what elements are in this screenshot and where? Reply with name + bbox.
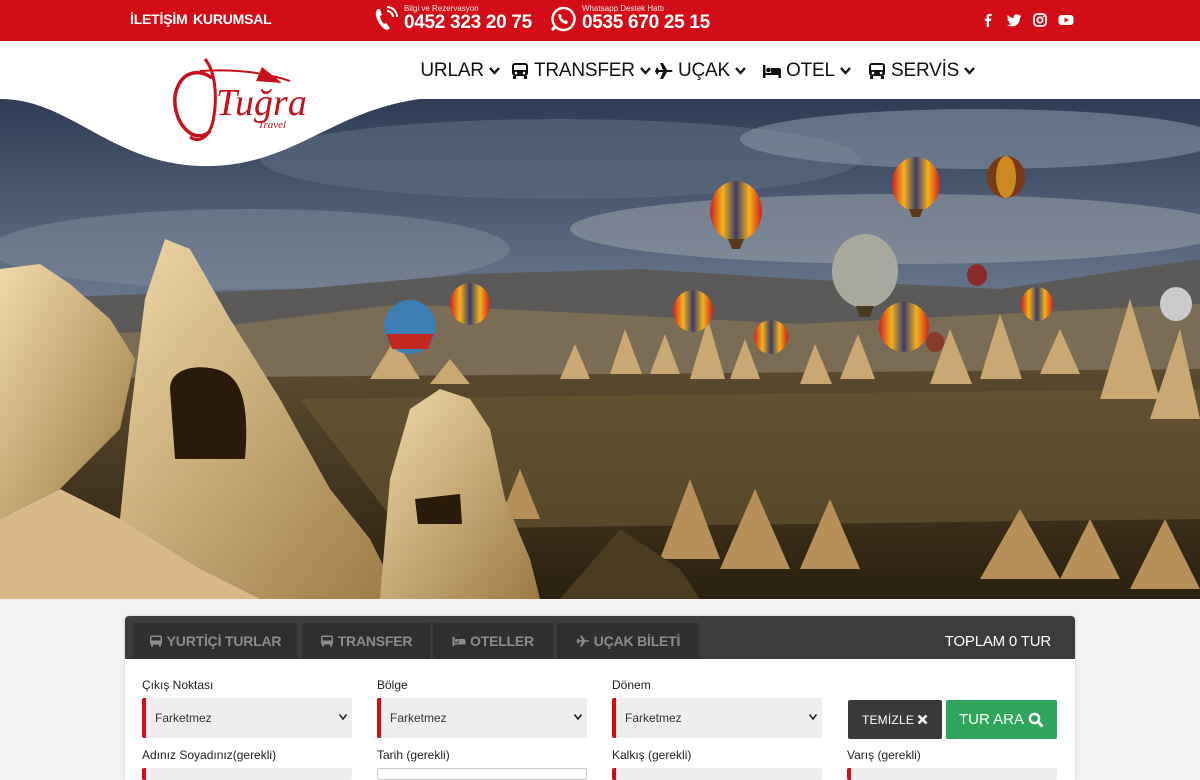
tab-transfer[interactable]: TRANSFER [302,623,430,659]
select-value: Farketmez [625,711,682,725]
departure-label: Çıkış Noktası [142,678,214,692]
nav-label: TRANSFER [534,60,635,81]
tab-label: UÇAK BİLETİ [593,633,681,649]
facebook-icon[interactable] [980,12,996,28]
period-label: Dönem [612,678,651,692]
phone-icon [375,5,398,30]
chevron-down-icon [488,67,500,75]
arrival-label: Varış (gerekli) [847,748,921,762]
nav-label: TURLAR [409,60,484,81]
chevron-down-icon [574,714,582,720]
social-links [980,12,1074,28]
top-bar: İLETİŞİM KURUMSAL Bilgi ve Rezervasyon 0… [0,0,1200,41]
youtube-icon[interactable] [1058,12,1074,28]
hero-image [0,99,1200,599]
select-value: Farketmez [155,711,212,725]
bus-icon [320,635,333,647]
nav-servis[interactable]: SERVİS [867,60,976,82]
nav-transfer[interactable]: TRANSFER [510,60,651,82]
departure-point-label: Kalkış (gerekli) [612,748,692,762]
bed-icon [763,65,781,78]
search-icon [1028,712,1044,727]
arrival-input[interactable] [847,768,1057,780]
twitter-icon[interactable] [1006,12,1022,28]
departure-point-input[interactable] [612,768,822,780]
search-button[interactable]: TUR ARA [946,700,1057,739]
plane-icon [576,635,589,647]
select-value: Farketmez [390,711,447,725]
tour-search-panel: YURTİÇİ TURLAR TRANSFER OTELLER UÇAK BİL… [125,616,1075,780]
bus-icon [869,63,885,79]
logo[interactable]: Tuğra Travel [0,41,420,171]
whatsapp-contact[interactable]: Whatsapp Destek Hattı 0535 670 25 15 [550,4,710,33]
search-label: TUR ARA [958,711,1024,728]
whatsapp-number: 0535 670 25 15 [582,12,710,33]
logo-brand: Tuğra [216,82,307,124]
tab-label: TRANSFER [337,633,413,649]
corporate-link[interactable]: KURUMSAL [193,11,272,27]
date-input[interactable] [377,768,587,780]
phone-number: 0452 323 20 75 [404,12,532,33]
tab-label: OTELLER [470,633,534,649]
nav-label: OTEL [786,60,835,81]
bed-icon [452,637,466,646]
chevron-down-icon [809,714,817,720]
tab-oteller[interactable]: OTELLER [433,623,553,659]
whatsapp-icon [551,6,576,31]
total-tours: TOPLAM 0 TUR [944,633,1051,650]
fullname-label: Adınız Soyadınız(gerekli) [142,748,277,762]
chevron-down-icon [735,67,746,75]
chevron-down-icon [964,67,976,75]
phone-label: Bilgi ve Rezervasyon [404,4,479,13]
tab-ucak-bileti[interactable]: UÇAK BİLETİ [557,623,699,659]
phone-contact[interactable]: Bilgi ve Rezervasyon 0452 323 20 75 [372,4,532,33]
period-select[interactable]: Farketmez [612,698,822,738]
region-label: Bölge [377,678,408,692]
date-label: Tarih (gerekli) [377,748,450,762]
tab-yurtici-turlar[interactable]: YURTİÇİ TURLAR [133,623,297,659]
departure-select[interactable]: Farketmez [142,698,352,738]
whatsapp-label: Whatsapp Destek Hattı [582,4,665,13]
close-icon [917,714,928,725]
clear-button[interactable]: TEMİZLE [848,700,942,739]
instagram-icon[interactable] [1032,12,1048,28]
fullname-input[interactable] [142,768,352,780]
plane-icon [655,63,673,79]
bus-icon [149,635,162,647]
nav-otel[interactable]: OTEL [762,60,851,82]
tab-label: YURTİÇİ TURLAR [166,633,282,649]
logo-sub: Travel [258,119,286,131]
region-select[interactable]: Farketmez [377,698,587,738]
chevron-down-icon [839,67,851,75]
chevron-down-icon [639,67,651,75]
nav-label: UÇAK [678,60,730,81]
nav-label: SERVİS [891,60,960,81]
contact-link[interactable]: İLETİŞİM [130,11,188,27]
search-tabs: YURTİÇİ TURLAR TRANSFER OTELLER UÇAK BİL… [125,616,1075,659]
bus-icon [512,63,528,79]
clear-label: TEMİZLE [861,712,915,727]
nav-ucak[interactable]: UÇAK [654,60,746,82]
chevron-down-icon [339,714,347,720]
